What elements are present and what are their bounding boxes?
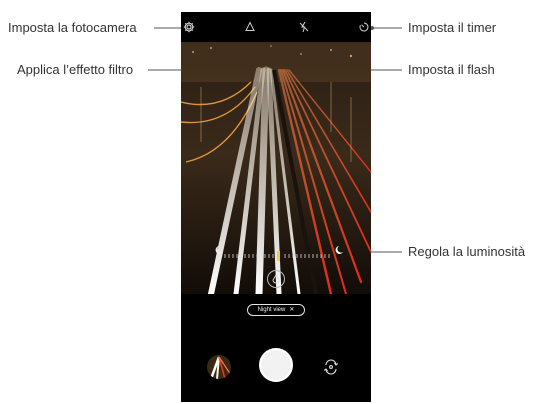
callout-filter-effect: Applica l’effetto filtro [17,62,134,77]
moon-icon [335,246,343,254]
night-view-chip[interactable]: Night view ✕ [247,304,305,316]
shutter-button[interactable] [259,348,293,382]
gallery-thumbnail[interactable] [207,355,231,379]
timer-icon[interactable] [357,20,371,34]
switch-camera-icon[interactable] [322,358,340,376]
filter-button[interactable] [267,270,285,288]
camera-top-bar [181,12,371,42]
filter-drop-icon [272,274,280,284]
moon-crescent-icon [215,246,223,254]
gear-icon[interactable] [182,20,196,34]
camera-screen: Night view ✕ [181,12,371,402]
filter-icon[interactable] [243,20,257,34]
callout-flash: Imposta il flash [408,62,495,77]
close-icon[interactable]: ✕ [289,305,294,315]
night-view-label: Night view [257,307,286,313]
callout-timer: Imposta il timer [408,20,497,35]
callout-camera-settings: Imposta la fotocamera [8,20,137,35]
callout-brightness: Regola la luminosità [408,244,526,259]
brightness-slider[interactable] [189,240,363,266]
brightness-level-indicator[interactable] [277,251,280,261]
flash-off-icon[interactable] [297,20,311,34]
